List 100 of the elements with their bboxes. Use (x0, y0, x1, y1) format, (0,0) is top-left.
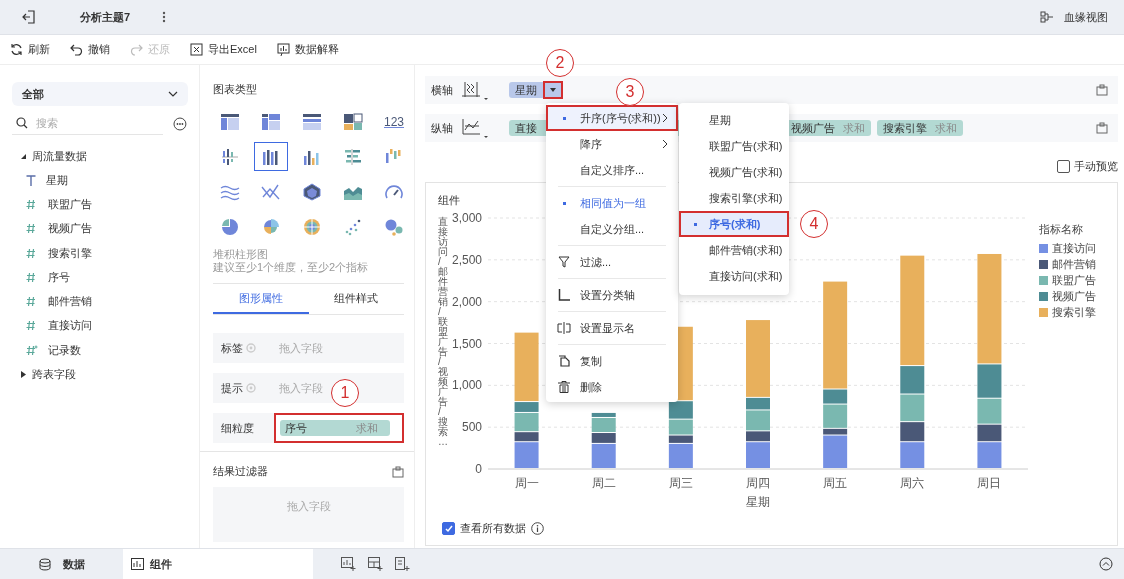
horizontal-bar-icon (343, 147, 363, 166)
menu-item[interactable]: 自定义分组... (546, 216, 678, 242)
add-chart-icon[interactable] (341, 557, 356, 571)
y-tick-label: 2,500 (451, 252, 482, 267)
property-tab[interactable]: 图形属性 (213, 284, 309, 314)
legend-title: 指标名称 (1039, 222, 1084, 237)
pill-dropdown-button[interactable] (543, 81, 563, 99)
submenu-item[interactable]: 序号(求和) (679, 211, 789, 237)
clipboard-icon[interactable] (1096, 122, 1108, 134)
clipboard-icon[interactable] (392, 465, 404, 478)
number-field-icon (26, 223, 38, 235)
x-tick-label: 周一 (514, 476, 539, 490)
expanded-triangle-icon[interactable] (20, 152, 27, 160)
pie-chart-icon (220, 217, 240, 236)
search-icon (16, 117, 28, 129)
field-item[interactable]: 直接访问 (48, 318, 92, 334)
menu-item[interactable]: 升序(序号(求和)) (546, 105, 678, 131)
y-tick-label: 0 (475, 462, 482, 476)
menu-item[interactable]: 自定义排序... (546, 157, 678, 183)
number-field-icon (26, 320, 38, 332)
vertical-axis-icon[interactable] (459, 117, 489, 139)
field-item[interactable]: 视频广告 (48, 221, 92, 237)
legend-label[interactable]: 视频广告 (1052, 288, 1096, 304)
menu-item[interactable]: 设置分类轴 (546, 282, 678, 308)
field-item[interactable]: 邮件营销 (48, 294, 92, 310)
more-options-icon[interactable] (173, 116, 187, 131)
menu-item[interactable]: 设置显示名 (546, 315, 678, 341)
toolbar-button[interactable]: 刷新 (10, 42, 50, 57)
horizontal-axis-icon[interactable] (459, 79, 489, 101)
exit-icon[interactable] (22, 10, 36, 24)
property-label: 提示 (221, 380, 243, 396)
property-tab[interactable]: 组件样式 (308, 284, 404, 314)
scope-dropdown[interactable]: 全部 (12, 82, 188, 106)
field-item[interactable]: 联盟广告 (48, 196, 92, 212)
property-label: 标签 (221, 340, 243, 356)
clipboard-icon[interactable] (1096, 84, 1108, 96)
legend-label[interactable]: 直接访问 (1052, 240, 1096, 256)
caret-icon (550, 88, 556, 92)
y-tick-label: 1,000 (451, 378, 482, 393)
menu-item[interactable]: 降序 (546, 131, 678, 157)
submenu-item[interactable]: 搜索引擎(求和) (679, 185, 789, 211)
x-tick-label: 周六 (900, 476, 925, 490)
lineage-icon[interactable] (1040, 11, 1054, 23)
search-input[interactable]: 搜索 (34, 116, 148, 130)
field-item[interactable]: 星期 (46, 172, 68, 188)
dimension-pill[interactable]: 星期 (509, 82, 563, 98)
info-icon[interactable] (531, 522, 544, 535)
checkbox[interactable] (442, 522, 455, 535)
step-number-badge: 2 (546, 49, 574, 77)
legend-label[interactable]: 联盟广告 (1052, 272, 1096, 288)
chevron-down-icon (168, 91, 178, 97)
legend-label[interactable]: 搜索引擎 (1052, 304, 1096, 320)
menu-item[interactable]: 相同值为一组 (546, 190, 678, 216)
y-tick-label: 1,500 (451, 336, 482, 351)
measure-pill[interactable]: 序号 求和 (280, 420, 390, 436)
chart-type-name: 堆积柱形图 (213, 248, 269, 261)
database-icon (38, 557, 51, 571)
add-report-icon[interactable] (395, 557, 410, 571)
cross-line-icon (261, 182, 281, 201)
toolbar-button[interactable]: 撤销 (70, 42, 110, 57)
undo-icon (70, 43, 83, 56)
bottom-tab[interactable]: 组件 (123, 549, 313, 579)
chart-type-option[interactable] (254, 142, 288, 171)
collapse-icon[interactable] (1099, 557, 1113, 571)
collapsed-triangle-icon[interactable] (20, 370, 27, 378)
sunburst-icon (302, 217, 322, 236)
field-item[interactable]: 记录数 (48, 342, 81, 358)
bottom-tab[interactable]: 数据 (0, 549, 123, 579)
checkbox[interactable] (1057, 159, 1070, 173)
menu-item[interactable]: 过滤... (546, 249, 678, 275)
submenu-item[interactable]: 邮件营销(求和) (679, 237, 789, 263)
legend-label[interactable]: 邮件营销 (1052, 256, 1096, 272)
add-layout-icon[interactable] (368, 557, 383, 571)
menu-item[interactable]: 复制 (546, 348, 678, 374)
field-item[interactable]: 序号 (48, 269, 70, 285)
number-field-icon (26, 198, 38, 210)
bubble-icon (384, 217, 404, 236)
table-icon (220, 112, 240, 131)
dot-bar-chart-icon (220, 147, 240, 166)
chevron-right-icon (662, 139, 668, 149)
toolbar-button[interactable]: 数据解释 (276, 42, 339, 57)
y-tick-label: 2,000 (451, 294, 482, 309)
more-icon[interactable] (162, 11, 167, 23)
submenu-item[interactable]: 直接访问(求和) (679, 263, 789, 289)
granularity-drop-zone[interactable]: 序号 求和 (274, 413, 404, 443)
field-item[interactable]: 搜索引擎 (48, 245, 92, 261)
menu-item[interactable]: 删除 (546, 374, 678, 400)
topic-title[interactable]: 分析主题7 (80, 9, 131, 25)
folder-label[interactable]: 周流量数据 (32, 148, 87, 164)
lineage-view-link[interactable]: 血缘视图 (1064, 9, 1108, 25)
number-field-icon (26, 247, 38, 259)
measure-pill[interactable]: 搜索引擎 求和 (877, 120, 963, 136)
chart-type-option[interactable]: 123 (377, 107, 411, 136)
x-tick-label: 周日 (977, 476, 1002, 490)
folder-label[interactable]: 跨表字段 (32, 366, 76, 382)
axis-label: 纵轴 (431, 120, 453, 136)
submenu-item[interactable]: 视频广告(求和) (679, 159, 789, 185)
toolbar-button[interactable]: 导出Excel (190, 42, 257, 57)
radar-icon (302, 182, 322, 201)
submenu-item[interactable]: 联盟广告(求和) (679, 133, 789, 159)
